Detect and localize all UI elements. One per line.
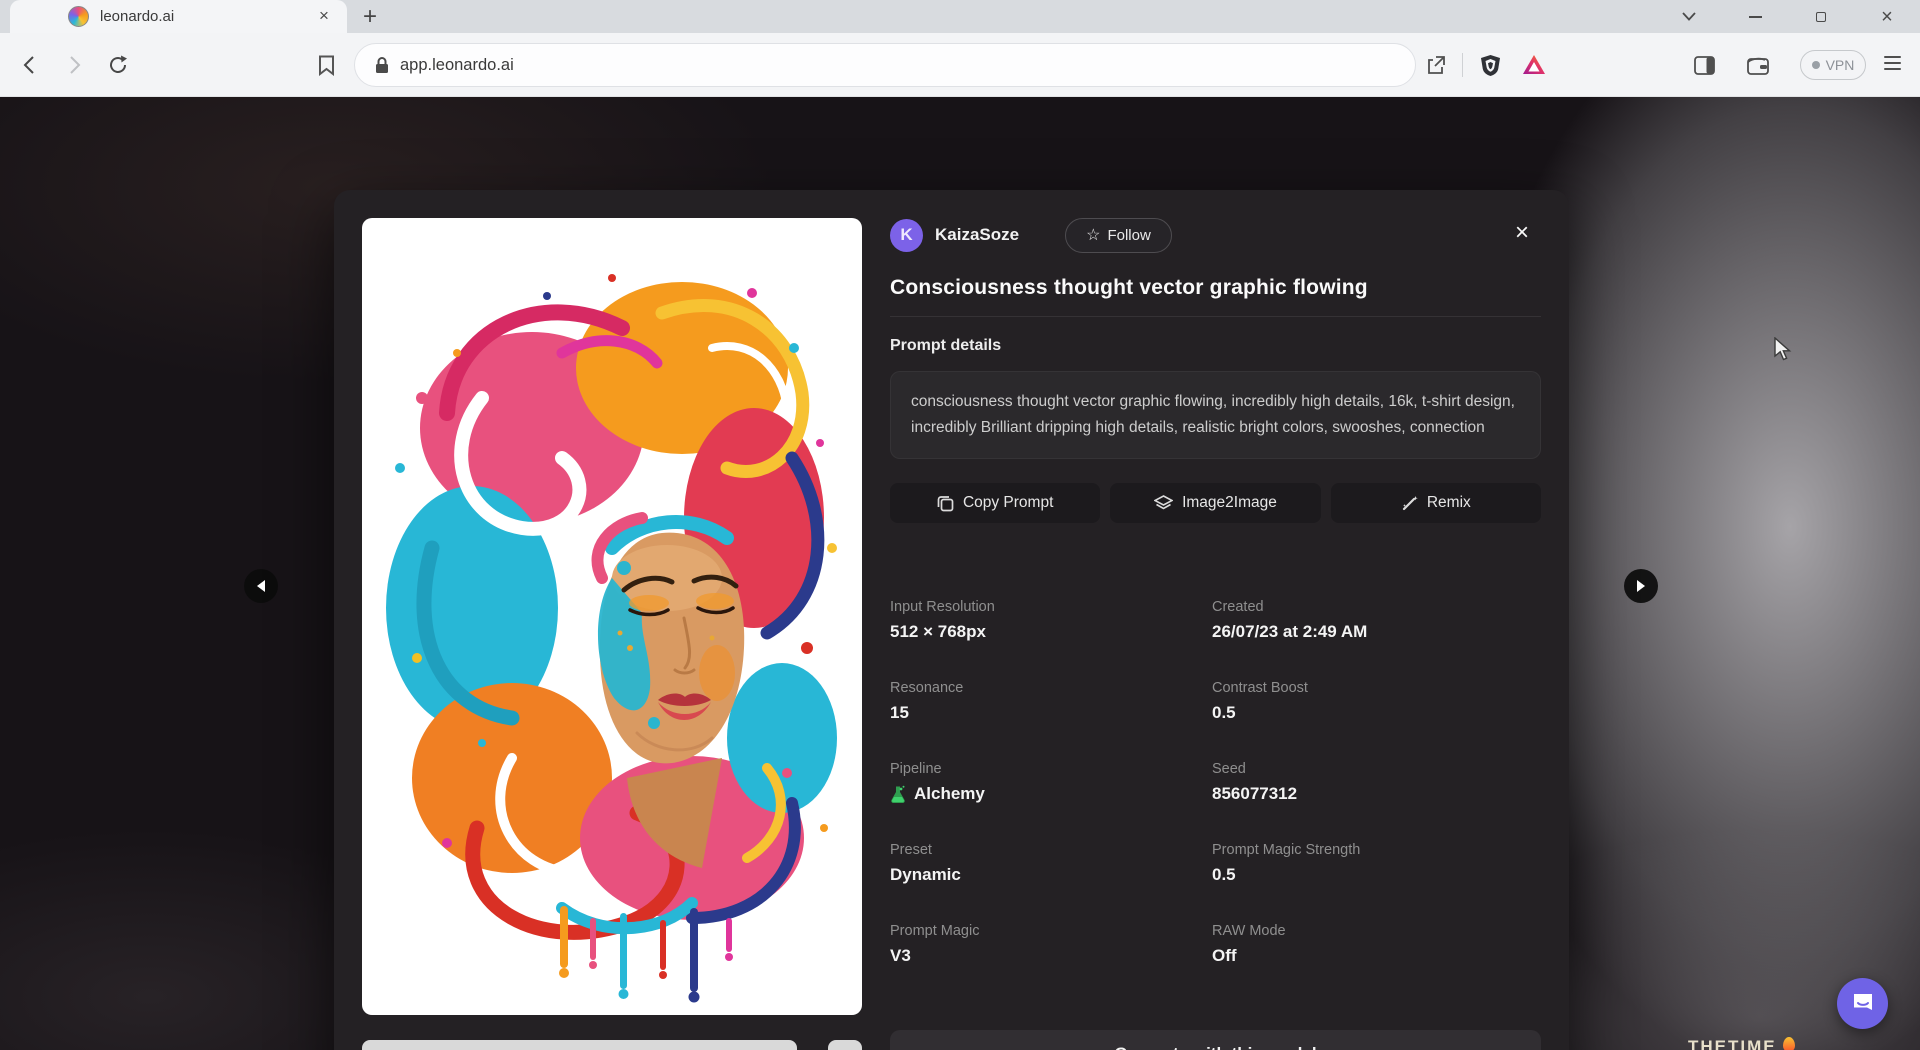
new-tab-button[interactable]: +: [356, 3, 384, 31]
detail-contrast-boost: Contrast Boost0.5: [1212, 680, 1541, 723]
modal-close-button[interactable]: ×: [1515, 218, 1529, 248]
address-bar[interactable]: app.leonardo.ai: [354, 43, 1416, 87]
browser-window: leonardo.ai × + × app.leonardo.ai: [0, 0, 1920, 1050]
mouse-cursor: [1774, 337, 1793, 367]
share-icon[interactable]: [1424, 53, 1448, 77]
avatar[interactable]: K: [890, 219, 923, 252]
reload-button[interactable]: [106, 53, 130, 77]
remix-button[interactable]: Remix: [1331, 483, 1541, 523]
forward-button[interactable]: [62, 53, 86, 77]
brave-shield-icon[interactable]: [1478, 53, 1502, 77]
sidebar-panel-icon[interactable]: [1692, 53, 1716, 77]
prompt-details-heading: Prompt details: [890, 337, 1541, 355]
detail-prompt-magic-strength: Prompt Magic Strength0.5: [1212, 842, 1541, 885]
generated-image[interactable]: [362, 218, 862, 1015]
window-controls: ×: [1656, 0, 1920, 33]
back-button[interactable]: [18, 53, 42, 77]
layers-icon: [1154, 495, 1173, 512]
image2image-button[interactable]: Image2Image: [1110, 483, 1320, 523]
creator-header: K KaizaSoze ☆ Follow ×: [890, 218, 1541, 252]
detail-created: Created26/07/23 at 2:49 AM: [1212, 599, 1541, 642]
wand-icon: [1401, 495, 1418, 512]
remix-label: Remix: [1427, 494, 1471, 512]
minimize-button[interactable]: [1722, 0, 1788, 33]
next-image-button[interactable]: [1624, 569, 1658, 603]
copy-prompt-button[interactable]: Copy Prompt: [890, 483, 1100, 523]
chevron-left-icon: [257, 580, 265, 592]
chat-launcher-button[interactable]: [1837, 978, 1888, 1029]
detail-resonance: Resonance15: [890, 680, 1212, 723]
detail-seed: Seed856077312: [1212, 761, 1541, 804]
vpn-label: VPN: [1826, 57, 1855, 73]
restore-button[interactable]: [1788, 0, 1854, 33]
toolbar-divider: [1462, 53, 1463, 77]
tab-strip: leonardo.ai × + ×: [0, 0, 1920, 33]
prompt-text: consciousness thought vector graphic flo…: [890, 371, 1541, 459]
copy-icon: [937, 495, 954, 512]
detail-pipeline: Pipeline Alchemy: [890, 761, 1212, 804]
lock-icon: [375, 56, 389, 74]
image-detail-modal: K KaizaSoze ☆ Follow × Consciousness tho…: [334, 190, 1569, 1050]
brave-rewards-triangle-icon[interactable]: [1522, 53, 1546, 77]
follow-label: Follow: [1107, 227, 1150, 244]
action-buttons: Copy Prompt Image2Image Remix: [890, 483, 1541, 523]
star-icon: ☆: [1086, 225, 1100, 245]
detail-panel: K KaizaSoze ☆ Follow × Consciousness tho…: [890, 218, 1541, 966]
copy-prompt-label: Copy Prompt: [963, 494, 1053, 512]
browser-toolbar: app.leonardo.ai VPN: [0, 33, 1920, 97]
previous-image-button[interactable]: [244, 569, 278, 603]
wallet-icon[interactable]: [1746, 53, 1770, 77]
detail-input-resolution: Input Resolution512 × 768px: [890, 599, 1212, 642]
chat-bubble-icon: [1850, 991, 1876, 1017]
chevron-right-icon: [1637, 580, 1645, 592]
follow-button[interactable]: ☆ Follow: [1065, 218, 1172, 253]
divider: [890, 316, 1541, 317]
detail-prompt-magic: Prompt MagicV3: [890, 923, 1212, 966]
creator-name[interactable]: KaizaSoze: [935, 225, 1019, 245]
window-close-button[interactable]: ×: [1854, 0, 1920, 33]
flame-icon: [1783, 1037, 1795, 1050]
bookmark-icon[interactable]: [314, 53, 338, 77]
tab-title: leonardo.ai: [100, 8, 174, 25]
alchemy-flask-icon: [890, 785, 906, 804]
thumbnail-strip-partial[interactable]: [362, 1040, 797, 1050]
menu-icon[interactable]: [1884, 56, 1901, 70]
image2image-label: Image2Image: [1182, 494, 1277, 512]
watermark: THETIME: [1688, 1037, 1920, 1050]
pipeline-value: Alchemy: [914, 784, 985, 804]
browser-tab[interactable]: leonardo.ai ×: [10, 0, 347, 33]
generate-with-model-button[interactable]: Generate with this model: [890, 1030, 1541, 1050]
site-favicon-icon: [68, 6, 89, 27]
image-title: Consciousness thought vector graphic flo…: [890, 276, 1541, 300]
url-text: app.leonardo.ai: [400, 56, 514, 75]
detail-raw-mode: RAW ModeOff: [1212, 923, 1541, 966]
vpn-status-dot-icon: [1812, 61, 1820, 69]
generation-details: Input Resolution512 × 768px Created26/07…: [890, 599, 1541, 966]
detail-preset: PresetDynamic: [890, 842, 1212, 885]
tab-close-icon[interactable]: ×: [313, 5, 335, 27]
tab-search-chevron-icon[interactable]: [1656, 0, 1722, 33]
vpn-button[interactable]: VPN: [1800, 50, 1866, 80]
thumbnail-partial[interactable]: [828, 1040, 862, 1050]
watermark-text: THETIME: [1688, 1037, 1777, 1050]
